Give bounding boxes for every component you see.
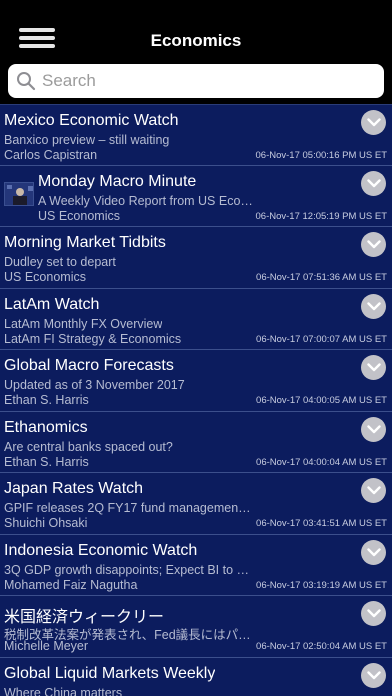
list-item-author: Shuichi Ohsaki (4, 516, 88, 530)
chevron-down-icon[interactable] (361, 416, 386, 442)
list-item-subtitle: 3Q GDP growth disappoints; Expect BI to … (4, 562, 254, 577)
search-icon (17, 72, 36, 91)
list-item-title: Japan Rates Watch (4, 480, 144, 497)
list-item-subtitle: A Weekly Video Report from US Eco… (38, 193, 253, 208)
list-item-date: 06-Nov-17 04:00:04 AM US ET (256, 456, 387, 468)
chevron-down-icon[interactable] (361, 601, 386, 626)
list-item[interactable]: Ethanomics Are central banks spaced out? E… (0, 411, 392, 473)
list-item-date: 06-Nov-17 05:00:16 PM US ET (255, 150, 387, 161)
list-item-title: Indonesia Economic Watch (4, 541, 198, 559)
list-item-author: US Economics (4, 270, 86, 284)
video-thumbnail-icon (4, 181, 34, 206)
page-title: Economics (150, 31, 242, 50)
report-list: Mexico Economic Watch Banxico preview – s… (0, 104, 392, 696)
list-item-title: Ethanomics (4, 418, 88, 436)
list-item-subtitle: Are central banks spaced out? (4, 439, 173, 454)
list-item[interactable]: Monday Macro Minute A Weekly Video Report… (0, 165, 392, 227)
list-item-title: Morning Market Tidbits (4, 234, 166, 251)
list-item-author: Ethan S. Harris (4, 393, 89, 407)
list-item-date: 06-Nov-17 12:05:19 PM US ET (255, 210, 387, 222)
search-bar (0, 60, 392, 104)
list-item-author: US Economics (38, 208, 120, 223)
list-item-title: Global Liquid Markets Weekly (4, 664, 216, 682)
app-screen: Economics Mexico Economic Watch Banxico p… (0, 0, 392, 696)
list-item-author: LatAm FI Strategy & Economics (4, 331, 182, 346)
list-item-date: 06-Nov-17 07:51:36 AM US ET (256, 272, 387, 283)
list-item-subtitle: Where China matters (4, 685, 123, 696)
list-item-subtitle: Updated as of 3 November 2017 (4, 378, 185, 392)
chevron-down-icon[interactable] (361, 293, 386, 319)
chevron-down-icon[interactable] (361, 355, 386, 380)
list-item[interactable]: Global Macro Forecasts Updated as of 3 No… (0, 350, 392, 412)
navigation-bar: Economics (0, 0, 392, 60)
list-item[interactable]: Morning Market Tidbits Dudley set to depa… (0, 227, 392, 289)
list-item-title: LatAm Watch (4, 295, 100, 313)
list-item[interactable]: Mexico Economic Watch Banxico preview – s… (0, 104, 392, 166)
list-item[interactable]: Indonesia Economic Watch 3Q GDP growth di… (0, 534, 392, 596)
list-item[interactable]: LatAm Watch LatAm Monthly FX Overview LatA… (0, 288, 392, 350)
list-item-title: Monday Macro Minute (38, 172, 197, 190)
list-item-author: Ethan S. Harris (4, 454, 89, 469)
list-item[interactable]: 米国経済ウィークリー 税制改革法案が発表され、Fed議長にはパ… Michelle … (0, 596, 392, 658)
list-item[interactable]: Japan Rates Watch GPIF releases 2Q FY17 f… (0, 473, 392, 535)
list-item-date: 06-Nov-17 04:00:05 AM US ET (256, 395, 387, 406)
list-item-subtitle: LatAm Monthly FX Overview (4, 316, 163, 331)
chevron-down-icon[interactable] (361, 539, 386, 565)
list-item-date: 06-Nov-17 03:41:51 AM US ET (256, 518, 387, 529)
chevron-down-icon[interactable] (361, 170, 386, 196)
list-item-date: 06-Nov-17 07:00:07 AM US ET (256, 333, 387, 345)
list-item-title: Mexico Economic Watch (4, 112, 179, 129)
chevron-down-icon[interactable] (361, 662, 386, 688)
search-input[interactable] (42, 71, 362, 91)
chevron-down-icon[interactable] (361, 110, 386, 135)
list-item-subtitle: GPIF releases 2Q FY17 fund management… (4, 501, 254, 515)
list-item-subtitle: Banxico preview – still waiting (4, 133, 170, 147)
list-item-author: Michelle Meyer (4, 639, 89, 653)
list-item[interactable]: Global Liquid Markets Weekly Where China … (0, 657, 392, 696)
chevron-down-icon[interactable] (361, 478, 386, 503)
list-item-date: 06-Nov-17 02:50:04 AM US ET (256, 641, 387, 652)
list-item-subtitle: Dudley set to depart (4, 255, 116, 269)
chevron-down-icon[interactable] (361, 232, 386, 257)
list-item-date: 06-Nov-17 03:19:19 AM US ET (256, 579, 387, 591)
list-item-author: Carlos Capistran (4, 148, 98, 162)
list-item-author: Mohamed Faiz Nagutha (4, 577, 138, 592)
search-field-container[interactable] (8, 64, 384, 98)
list-item-title: Global Macro Forecasts (4, 357, 174, 374)
